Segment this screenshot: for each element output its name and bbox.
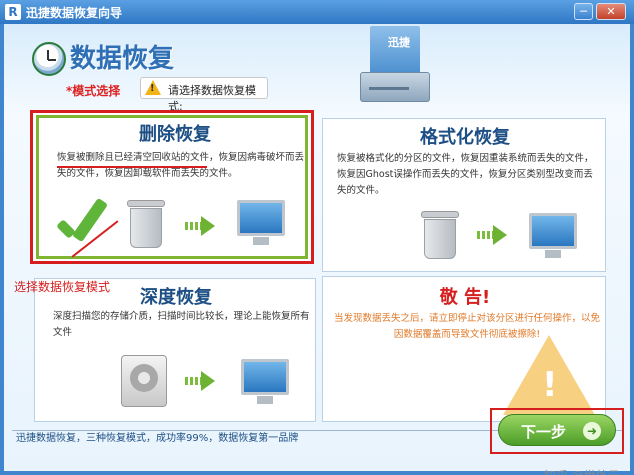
minimize-button[interactable]: ─ [574,3,593,20]
hard-disk-platter [130,364,158,392]
green-arrow-icon [185,371,217,391]
recycle-bin-icon [421,211,459,259]
monitor-icon [237,200,285,246]
wizard-content: 数据恢复 *模式选择 ! 请选择数据恢复模式: 迅捷 删除恢复 恢复被删除且已经… [4,24,630,475]
deep-recovery-description: 深度扫描您的存储介质，扫描时间比较长，理论上能恢复所有文件 [53,311,310,338]
recycle-bin-body [424,219,456,259]
recycle-bin-lid [421,211,459,218]
drive-recovery-icon: 迅捷 [360,26,430,108]
monitor-screen [529,213,577,249]
clock-hand-icon [48,59,56,61]
monitor-icon [529,213,577,259]
monitor-stand [545,250,561,258]
warning-exclamation: ! [150,83,155,94]
format-recovery-description: 恢复被格式化的分区的文件，恢复因重装系统而丢失的文件，恢复因Ghost误操作而丢… [337,153,594,196]
format-recovery-title: 格式化恢复 [420,127,510,148]
drive-slot [369,87,409,90]
hard-disk-icon [121,355,167,407]
warning-title: 敬 告! [439,287,491,308]
monitor-stand [253,237,269,245]
next-button-label: 下一步 [521,423,567,441]
arrow-head [201,371,215,391]
monitor-stand [257,396,273,404]
page-title: 数据恢复 [70,44,175,74]
arrow-dots [185,377,201,385]
selected-check-icon [56,197,109,252]
annotation-label: 选择数据恢复模式 [14,280,111,294]
recycle-bin-lid [127,200,165,207]
close-button[interactable]: ✕ [596,3,626,20]
monitor-icon [241,359,289,405]
delete-recovery-title: 删除恢复 [139,124,211,145]
title-bar[interactable]: R 迅捷数据恢复向导 ─ ✕ [0,0,634,24]
delete-recovery-card[interactable]: 删除恢复 恢复被删除且已经清空回收站的文件，恢复因病毒破坏而丢失的文件，恢复因卸… [36,115,308,259]
arrow-dots [477,231,493,239]
recycle-bin-body [130,208,162,248]
header: 数据恢复 *模式选择 ! 请选择数据恢复模式: 迅捷 [4,24,630,113]
watermark: 知乎 @世外云 [544,467,620,475]
warning-exclamation: ! [542,365,558,405]
highlight-underline [57,166,207,168]
arrow-head [201,216,215,236]
next-arrow-icon: ➜ [583,422,601,440]
app-logo-icon: R [5,4,21,20]
warning-panel: 敬 告! 当发现数据丢失之后，请立即停止对该分区进行任何操作，以免因数据覆盖而导… [322,276,606,422]
recycle-bin-icon [127,200,165,248]
arrow-head [493,225,507,245]
monitor-screen [241,359,289,395]
delete-recovery-option[interactable]: 删除恢复 恢复被删除且已经清空回收站的文件，恢复因病毒破坏而丢失的文件，恢复因卸… [30,110,314,264]
next-button[interactable]: 下一步 ➜ [498,414,616,446]
arrow-dots [185,222,201,230]
mode-hint: ! 请选择数据恢复模式: [140,77,268,113]
monitor-screen [237,200,285,236]
green-arrow-icon [185,216,217,236]
footer-tagline: 迅捷数据恢复，三种恢复模式，成功率99%，数据恢复第一品牌 [16,433,299,444]
window-title: 迅捷数据恢复向导 [26,6,123,20]
drive-screen: 迅捷 [370,26,420,74]
check-stroke [71,197,109,243]
app-window: R 迅捷数据恢复向导 ─ ✕ 数据恢复 *模式选择 ! 请选择数据恢复模式: 迅… [0,0,634,475]
hard-drive-icon [360,72,430,102]
deep-recovery-option[interactable]: 深度恢复 深度扫描您的存储介质，扫描时间比较长，理论上能恢复所有文件 [34,278,316,422]
format-recovery-option[interactable]: 格式化恢复 恢复被格式化的分区的文件，恢复因重装系统而丢失的文件，恢复因Ghos… [322,118,606,272]
green-arrow-icon [477,225,509,245]
drive-label: 迅捷 [388,36,410,49]
mode-select-label: *模式选择 [66,84,121,98]
